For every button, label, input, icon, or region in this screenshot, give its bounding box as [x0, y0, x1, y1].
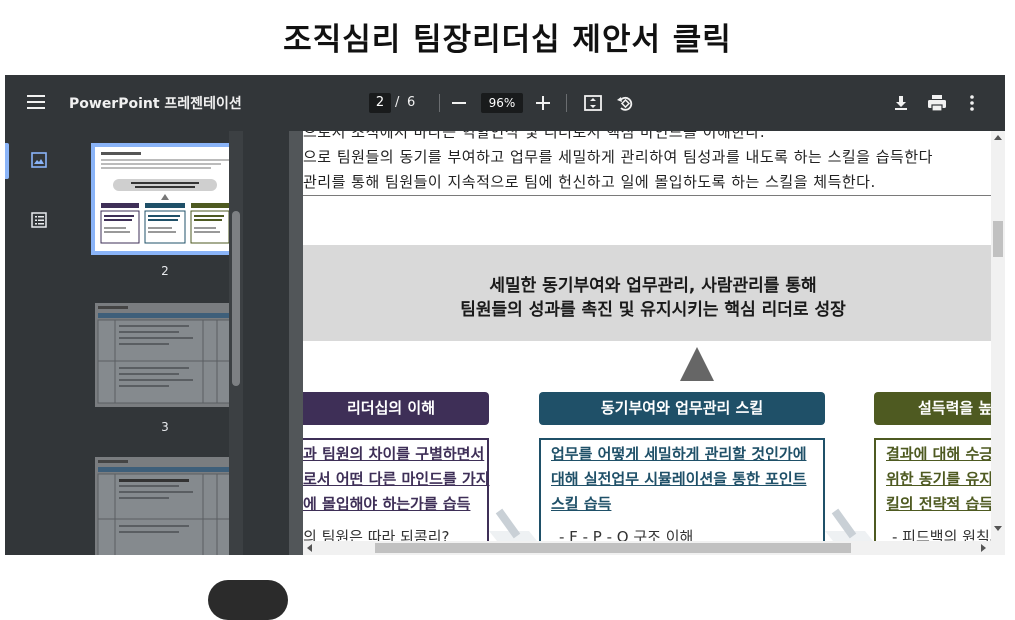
goal-banner: 세밀한 동기부여와 업무관리, 사람관리를 통해 팀원들의 성과를 촉진 및 유… [303, 245, 991, 341]
vertical-scroll-thumb[interactable] [993, 221, 1003, 257]
pillar-text-line: 킬의 전략적 습득 [886, 495, 991, 513]
pillar-text-line: 대해 실전업무 시뮬레이션을 통한 포인트 [551, 470, 807, 488]
objective-line-1: 으로서 조직에서 바라는 역할인식 및 리더로서 핵심 마인드를 이해한다. [303, 131, 766, 141]
horizontal-scroll-thumb[interactable] [375, 543, 851, 553]
download-icon[interactable] [891, 93, 911, 113]
document-title: PowerPoint 프레젠테이션 [69, 96, 242, 112]
scroll-up-arrow-icon[interactable] [994, 135, 1002, 140]
pillar-footer: - F - P - O 구조 이해 [559, 528, 694, 541]
thumbnail-scrollbar[interactable] [229, 131, 243, 555]
thumbnails-icon[interactable] [31, 152, 47, 168]
zoom-in-icon[interactable] [536, 96, 550, 110]
sidebar-rail [5, 131, 65, 555]
page-thumbnail-4[interactable] [95, 457, 235, 555]
page-total: 6 [407, 95, 416, 110]
viewer-toolbar: PowerPoint 프레젠테이션 2 / 6 96% [5, 75, 1005, 131]
toolbar-divider [566, 94, 567, 112]
chevron-connector-shape [825, 508, 873, 541]
fit-to-page-icon[interactable] [583, 93, 603, 113]
pillar-text-line: 업무를 어떻게 세밀하게 관리할 것인가에 [551, 445, 807, 463]
banner-line-2: 팀원들의 성과를 촉진 및 유지시키는 핵심 리더로 성장 [460, 300, 846, 320]
thumbnail-panel: 2 3 [65, 131, 289, 555]
page-thumbnail-2[interactable] [91, 143, 239, 255]
scroll-right-arrow-icon[interactable] [981, 544, 986, 552]
page-thumbnail-3[interactable] [95, 303, 235, 407]
print-icon[interactable] [926, 93, 948, 113]
page-separator: / [395, 95, 400, 110]
chevron-connector-shape [489, 508, 537, 541]
zoom-level-input[interactable]: 96% [481, 93, 523, 113]
pillar-title-leadership: 리더십의 이해 [303, 392, 489, 425]
document-outline-icon[interactable] [31, 212, 47, 228]
banner-line-1: 세밀한 동기부여와 업무관리, 사람관리를 통해 [489, 276, 817, 296]
pillar-title-motivation: 동기부여와 업무관리 스킬 [539, 392, 825, 425]
pillar-text-line: 로서 어떤 다른 마인드를 가지 [303, 470, 490, 488]
rail-active-indicator [5, 143, 9, 179]
pillar-text-line: 위한 동기를 유지 [886, 470, 991, 488]
pdf-viewer: PowerPoint 프레젠테이션 2 / 6 96% 2 3 으로서 조직에서… [5, 75, 1005, 555]
objective-line-3: 관리를 통해 팀원들이 지속적으로 팀에 헌신하고 일에 몰입하도록 하는 스킬… [303, 173, 876, 191]
pillar-text-line: 스킬 습득 [551, 495, 612, 513]
zoom-out-icon[interactable] [452, 102, 466, 104]
floating-action-button[interactable] [208, 580, 288, 620]
pillar-text-line: 에 몰입해야 하는가를 습득 [303, 495, 471, 513]
pillar-title-persuasion: 설득력을 높 [874, 392, 991, 425]
vertical-scrollbar[interactable] [991, 131, 1005, 555]
pillar-text-line: 과 팀원의 차이를 구별하면서 [303, 445, 485, 463]
pillar-text-line: 결과에 대해 수긍 [886, 445, 991, 463]
page-number-input[interactable]: 2 [369, 93, 391, 113]
document-page: 으로서 조직에서 바라는 역할인식 및 리더로서 핵심 마인드를 이해한다. 으… [303, 131, 991, 541]
pillar-footer: - 피드백의 원칙과 [892, 528, 991, 541]
toolbar-divider [439, 94, 440, 112]
menu-icon[interactable] [27, 95, 45, 109]
objective-line-2: 으로 팀원들의 동기를 부여하고 업무를 세밀하게 관리하여 팀성과를 내도록 … [303, 148, 933, 166]
horizontal-scrollbar[interactable] [303, 541, 991, 555]
scroll-left-arrow-icon[interactable] [307, 544, 312, 552]
divider-line [303, 195, 991, 196]
pillar-footer: 의 팀원은 따라 되콤리? [303, 528, 450, 541]
more-options-icon[interactable] [965, 93, 979, 113]
up-arrow-shape [680, 347, 714, 381]
page-title: 조직심리 팀장리더십 제안서 클릭 [283, 22, 732, 58]
rotate-icon[interactable] [615, 93, 635, 113]
scroll-down-arrow-icon[interactable] [994, 526, 1002, 531]
